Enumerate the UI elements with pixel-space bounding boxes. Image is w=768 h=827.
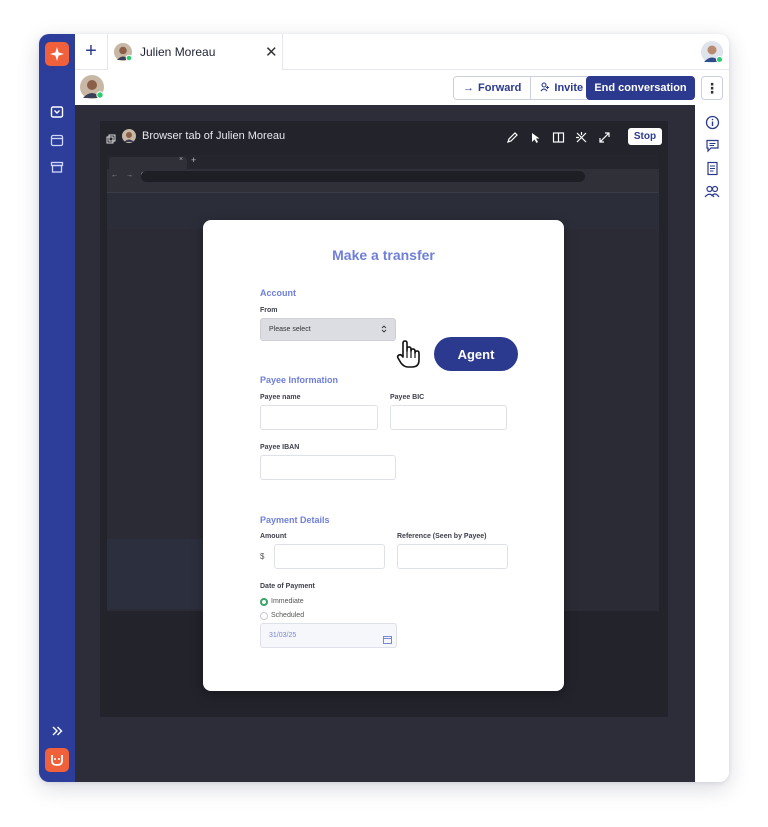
- mini-close-icon: ×: [179, 156, 184, 163]
- pointer-icon[interactable]: [528, 130, 542, 144]
- amount-label: Amount: [260, 533, 287, 540]
- frame-title: Browser tab of Julien Moreau: [142, 130, 286, 142]
- tab-label: Julien Moreau: [140, 45, 216, 59]
- payee-iban-input[interactable]: [260, 455, 396, 480]
- transfer-form-modal: Make a transfer Account From Please sele…: [203, 220, 564, 691]
- chat-widget-icon[interactable]: [45, 748, 69, 772]
- forward-label: Forward: [478, 82, 522, 94]
- left-rail: [39, 34, 75, 782]
- from-label: From: [260, 307, 278, 314]
- account-section-heading: Account: [260, 288, 296, 298]
- from-select-value: Please select: [269, 326, 311, 333]
- copy-icon[interactable]: [106, 131, 116, 149]
- expand-icon[interactable]: [49, 723, 65, 739]
- radio-scheduled[interactable]: [260, 612, 268, 620]
- select-arrows-icon: [381, 324, 387, 336]
- payee-bic-input[interactable]: [390, 405, 507, 430]
- page-block-ghost: [107, 539, 207, 609]
- currency-symbol: $: [260, 552, 265, 561]
- hand-cursor-icon: [396, 339, 422, 374]
- calendar-icon[interactable]: [383, 631, 392, 649]
- radio-scheduled-label: Scheduled: [271, 612, 305, 619]
- end-conversation-button[interactable]: End conversation: [586, 76, 695, 100]
- contact-avatar[interactable]: [80, 75, 104, 104]
- payee-bic-label: Payee BIC: [390, 394, 425, 401]
- payee-name-label: Payee name: [260, 394, 301, 401]
- action-button-group: → Forward Invite: [453, 76, 594, 100]
- notes-icon[interactable]: [704, 160, 720, 176]
- user-avatar[interactable]: [701, 41, 723, 68]
- inbox-icon[interactable]: [49, 104, 65, 120]
- agent-cursor-label: Agent: [434, 337, 518, 371]
- date-of-payment-label: Date of Payment: [260, 583, 315, 590]
- frame-header: Browser tab of Julien Moreau Stop: [100, 121, 668, 151]
- form-title: Make a transfer: [332, 247, 435, 263]
- avatar: [114, 43, 133, 66]
- close-icon[interactable]: ✕: [265, 43, 278, 61]
- shared-browser-chrome: × + ← → C: [107, 155, 659, 193]
- reference-label: Reference (Seen by Payee): [397, 533, 487, 540]
- radio-immediate-label: Immediate: [271, 598, 304, 605]
- new-tab-button[interactable]: +: [81, 41, 101, 62]
- archive-icon[interactable]: [49, 159, 65, 175]
- info-icon[interactable]: [704, 114, 720, 130]
- arrow-right-icon: →: [463, 82, 474, 94]
- conversation-toolbar: → Forward Invite End conversation ⋮: [75, 70, 729, 105]
- invite-button[interactable]: Invite: [530, 77, 593, 99]
- users-icon[interactable]: [704, 183, 720, 199]
- stop-button[interactable]: Stop: [628, 128, 662, 145]
- dock-icon[interactable]: [551, 130, 565, 144]
- tab-bar: + Julien Moreau ✕: [75, 34, 729, 70]
- payment-date-value: 31/03/25: [269, 632, 297, 639]
- more-options-button[interactable]: ⋮: [701, 76, 723, 100]
- forward-button[interactable]: → Forward: [454, 77, 531, 99]
- amount-input[interactable]: [274, 544, 385, 569]
- payment-date-input[interactable]: 31/03/25: [260, 623, 397, 648]
- invite-label: Invite: [554, 82, 584, 94]
- brand-logo-icon[interactable]: [45, 42, 69, 66]
- contact-avatar-small: [122, 129, 136, 148]
- right-rail: [695, 105, 729, 782]
- add-user-icon: [540, 81, 550, 95]
- pen-icon[interactable]: [505, 130, 519, 144]
- mini-tab: [109, 157, 187, 169]
- reference-input[interactable]: [397, 544, 508, 569]
- chat-icon[interactable]: [704, 137, 720, 153]
- mini-tab-strip: × +: [107, 155, 659, 169]
- payee-name-input[interactable]: [260, 405, 378, 430]
- from-account-select[interactable]: Please select: [260, 318, 396, 341]
- payee-section-heading: Payee Information: [260, 375, 339, 385]
- mini-new-tab-icon: +: [191, 155, 197, 165]
- tools-off-icon[interactable]: [574, 130, 588, 144]
- tab-julien-moreau[interactable]: Julien Moreau ✕: [107, 34, 283, 70]
- calendar-icon[interactable]: [49, 132, 65, 148]
- mini-url-bar: [141, 171, 585, 182]
- radio-immediate[interactable]: [260, 598, 268, 606]
- payment-section-heading: Payment Details: [260, 515, 330, 525]
- fullscreen-icon[interactable]: [597, 130, 611, 144]
- payee-iban-label: Payee IBAN: [260, 444, 300, 451]
